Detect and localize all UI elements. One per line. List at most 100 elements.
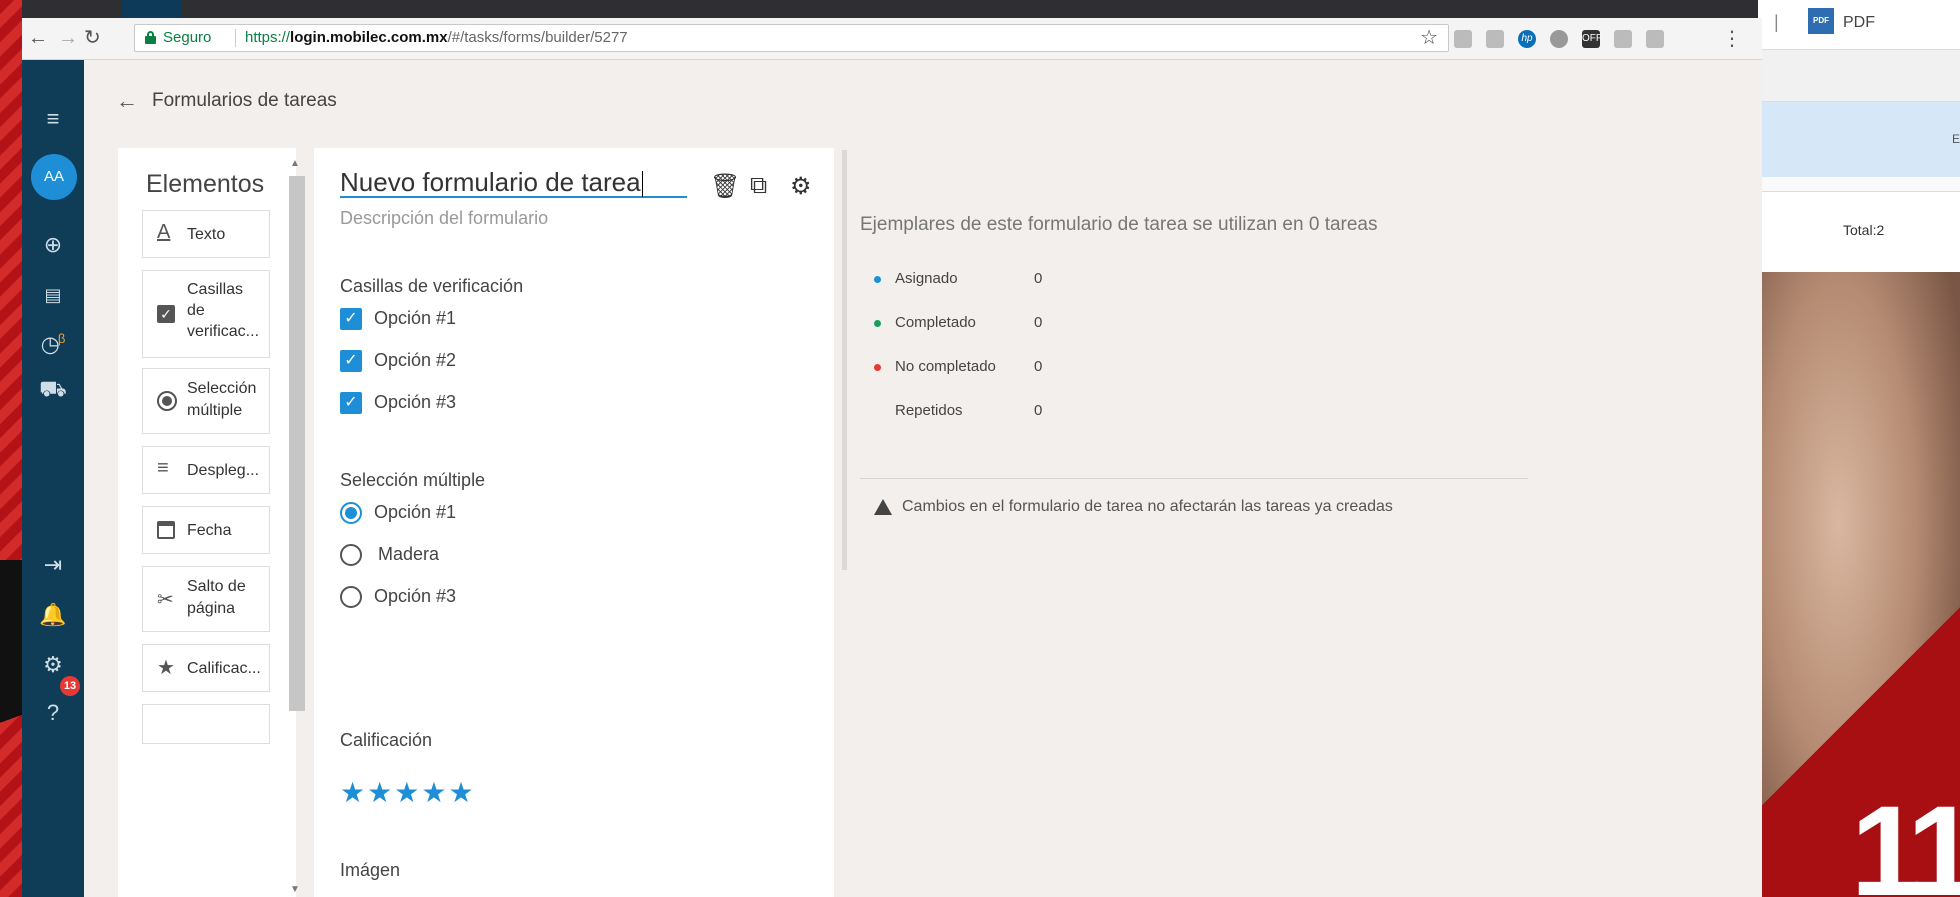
radio-option[interactable]: Opción #3 bbox=[340, 586, 456, 609]
notification-badge: 13 bbox=[60, 676, 80, 696]
palette-item-text[interactable]: A Texto bbox=[142, 210, 270, 258]
palette-item-checkboxes[interactable]: ✓ Casillas de verificac... bbox=[142, 270, 270, 358]
rating-stars[interactable]: ★★★★★ bbox=[340, 776, 476, 809]
palette-item-page-break[interactable]: ✂ Salto de página bbox=[142, 566, 270, 632]
background-window-right: | PDF PDF N E Total:2 11 bbox=[1758, 0, 1960, 897]
star-icon: ★ bbox=[157, 657, 175, 679]
radio-unselected-icon[interactable] bbox=[340, 544, 362, 567]
palette-item-multiple-choice[interactable]: Selección múltiple bbox=[142, 368, 270, 434]
url-text[interactable]: https://login.mobilec.com.mx/#/tasks/for… bbox=[245, 25, 628, 51]
car-icon[interactable]: ⛟ bbox=[22, 376, 84, 402]
palette-item-dropdown[interactable]: ≡ Despleg... bbox=[142, 446, 270, 494]
checkbox-option[interactable]: ✓ Opción #3 bbox=[340, 392, 456, 415]
palette-item-rating[interactable]: ★ Calificac... bbox=[142, 644, 270, 692]
chart-icon[interactable]: ▤ bbox=[22, 282, 84, 308]
text-icon: A bbox=[157, 221, 171, 243]
corner-number: 11 bbox=[1850, 780, 1960, 897]
radio-unselected-icon[interactable] bbox=[340, 586, 362, 609]
pdf-export-label[interactable]: PDF bbox=[1843, 14, 1875, 32]
usage-summary: Ejemplares de este formulario de tarea s… bbox=[860, 214, 1378, 235]
status-dot-icon bbox=[874, 319, 881, 327]
checkbox-checked-icon[interactable]: ✓ bbox=[340, 392, 362, 415]
gear-icon[interactable]: ⚙ bbox=[22, 652, 84, 678]
warning-message: Cambios en el formulario de tarea no afe… bbox=[874, 498, 1393, 516]
checkbox-icon: ✓ bbox=[157, 305, 175, 323]
dropdown-icon: ≡ bbox=[157, 457, 169, 479]
checkbox-question-label[interactable]: Casillas de verificación bbox=[340, 276, 523, 297]
background-window-strip bbox=[22, 0, 1762, 18]
browser-menu-icon[interactable]: ⋮ bbox=[1722, 26, 1742, 51]
copy-icon[interactable]: ⧉ bbox=[750, 172, 767, 200]
palette-item-date[interactable]: Fecha bbox=[142, 506, 270, 554]
avatar[interactable]: AA bbox=[31, 154, 77, 200]
extension-icon[interactable] bbox=[1454, 30, 1472, 48]
address-bar[interactable]: Seguro https://login.mobilec.com.mx/#/ta… bbox=[134, 24, 1449, 52]
radio-selected-icon[interactable] bbox=[340, 502, 362, 525]
star-icon: ★ bbox=[448, 777, 476, 808]
image-question-label[interactable]: Imágen bbox=[340, 860, 400, 881]
bell-icon[interactable]: 🔔 bbox=[22, 602, 84, 628]
scroll-up-arrow-icon[interactable]: ▲ bbox=[290, 158, 300, 169]
delete-icon[interactable]: 🗑 bbox=[710, 172, 740, 201]
help-icon[interactable]: ? bbox=[22, 700, 84, 726]
radio-option[interactable]: Madera bbox=[340, 544, 439, 567]
back-arrow-icon[interactable]: ← bbox=[116, 88, 138, 114]
radio-question-label[interactable]: Selección múltiple bbox=[340, 470, 485, 491]
checkbox-checked-icon[interactable]: ✓ bbox=[340, 350, 362, 373]
radio-option[interactable]: Opción #1 bbox=[340, 502, 456, 525]
total-label: Total:2 bbox=[1843, 222, 1885, 238]
palette-title: Elementos bbox=[146, 170, 265, 198]
checkbox-option[interactable]: ✓ Opción #2 bbox=[340, 350, 456, 373]
calendar-icon bbox=[157, 521, 175, 539]
status-dot-icon bbox=[874, 275, 881, 283]
browser-toolbar: ← → ↻ Seguro https://login.mobilec.com.m… bbox=[22, 18, 1762, 60]
scissors-icon: ✂ bbox=[157, 589, 174, 611]
toolbar-separator: | bbox=[1774, 12, 1779, 32]
form-description-input[interactable]: Descripción del formulario bbox=[340, 208, 548, 229]
extension-icon[interactable] bbox=[1646, 30, 1664, 48]
bookmark-star-icon[interactable]: ☆ bbox=[1420, 25, 1438, 51]
stat-repeated: Repetidos 0 bbox=[895, 402, 1043, 419]
selected-row[interactable]: E bbox=[1758, 102, 1960, 177]
reload-icon[interactable]: ↻ bbox=[84, 26, 101, 50]
scrollbar-thumb[interactable] bbox=[289, 176, 305, 711]
status-dot-icon bbox=[874, 363, 881, 371]
lock-icon bbox=[145, 31, 156, 44]
settings-gear-icon[interactable]: ⚙ bbox=[790, 172, 812, 201]
form-builder-panel: Nuevo formulario de tarea 🗑 ⧉ ⚙ Descripc… bbox=[314, 148, 834, 897]
clock-beta-icon[interactable]: ◷β bbox=[22, 326, 84, 357]
browser-window: ← → ↻ Seguro https://login.mobilec.com.m… bbox=[22, 18, 1762, 897]
checkbox-option[interactable]: ✓ Opción #1 bbox=[340, 308, 456, 331]
star-icon: ★ bbox=[367, 777, 395, 808]
cloud-extension-icon[interactable] bbox=[1614, 30, 1632, 48]
star-icon: ★ bbox=[421, 777, 449, 808]
forward-arrow-icon[interactable]: → bbox=[58, 26, 78, 50]
star-icon: ★ bbox=[340, 777, 368, 808]
globe-icon[interactable]: ⊕ bbox=[22, 232, 84, 258]
logout-icon[interactable]: ⇥ bbox=[22, 552, 84, 578]
off-extension-icon[interactable]: OFF bbox=[1582, 30, 1602, 48]
menu-icon[interactable]: ≡ bbox=[22, 106, 84, 132]
extension-icon[interactable] bbox=[1550, 30, 1568, 48]
panel-divider[interactable] bbox=[842, 150, 847, 570]
extension-icons: hp OFF bbox=[1454, 28, 1664, 50]
rating-question-label[interactable]: Calificación bbox=[340, 730, 432, 751]
form-title-input[interactable]: Nuevo formulario de tarea bbox=[340, 168, 687, 198]
app-sidebar: ≡ AA ⊕ ▤ ◷β ⛟ ⇥ 🔔 ⚙ ? bbox=[22, 60, 84, 897]
stat-not-completed: No completado 0 bbox=[874, 358, 1042, 375]
stat-completed: Completado 0 bbox=[874, 314, 1042, 331]
info-divider bbox=[860, 478, 1528, 479]
extension-icon[interactable] bbox=[1486, 30, 1504, 48]
radio-icon bbox=[157, 391, 177, 411]
warning-icon bbox=[874, 498, 892, 515]
back-arrow-icon[interactable]: ← bbox=[28, 26, 48, 50]
scroll-down-arrow-icon[interactable]: ▼ bbox=[290, 884, 300, 895]
secure-label: Seguro bbox=[163, 29, 212, 46]
hp-extension-icon[interactable]: hp bbox=[1518, 30, 1536, 48]
palette-item-more[interactable] bbox=[142, 704, 270, 744]
elements-palette: Elementos A Texto ✓ Casillas de verifica… bbox=[118, 148, 296, 897]
checkbox-checked-icon[interactable]: ✓ bbox=[340, 308, 362, 331]
page-title: Formularios de tareas bbox=[152, 90, 337, 111]
pdf-icon[interactable]: PDF bbox=[1808, 8, 1834, 34]
star-icon: ★ bbox=[394, 777, 422, 808]
